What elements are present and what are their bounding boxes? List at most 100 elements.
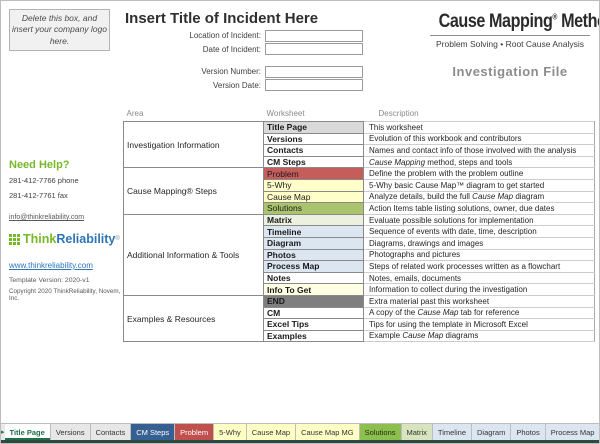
brand-name-suffix: Method xyxy=(557,11,600,32)
description-cell: Notes, emails, documents xyxy=(364,272,595,284)
worksheet-cell-contacts: Contacts xyxy=(264,145,364,157)
worksheet-cell-diagram: Diagram xyxy=(264,237,364,249)
description-cell: Photographs and pictures xyxy=(364,249,595,261)
area-cell-additional-information-tools: Additional Information & Tools xyxy=(124,214,264,295)
worksheet-cell-cm-steps[interactable]: CM Steps xyxy=(264,156,364,168)
description-cell: 5-Why basic Cause Map™ diagram to get st… xyxy=(364,179,595,191)
version-date-label: Version Date: xyxy=(113,81,265,90)
worksheet-cell-matrix: Matrix xyxy=(264,214,364,226)
worksheet-cell-photos: Photos xyxy=(264,249,364,261)
description-cell: Steps of related work processes written … xyxy=(364,261,595,273)
worksheet-cell-examples: Examples xyxy=(264,330,364,342)
table-header-row: Area Worksheet Description xyxy=(124,107,595,122)
help-sidebar: Need Help? 281-412-7766 phone 281-412-77… xyxy=(9,159,127,302)
location-of-incident-label: Location of Incident: xyxy=(113,31,265,40)
sheet-tab-matrix[interactable]: Matrix xyxy=(402,424,433,440)
field-gap xyxy=(113,56,363,65)
description-cell: This worksheet xyxy=(364,122,595,134)
logo-think-text: Think xyxy=(23,232,56,246)
template-version: Template Version: 2020-v1 xyxy=(9,277,127,284)
version-number-input[interactable] xyxy=(265,66,363,78)
version-number-label: Version Number: xyxy=(113,67,265,76)
worksheet-cell-notes: Notes xyxy=(264,272,364,284)
logo-reliability-text: Reliability xyxy=(56,232,115,246)
date-of-incident-label: Date of Incident: xyxy=(113,45,265,54)
location-of-incident-input[interactable] xyxy=(265,30,363,42)
field-row-version-number: Version Number: xyxy=(113,65,363,79)
table-row: Examples & ResourcesENDExtra material pa… xyxy=(124,295,595,307)
sheet-tab-bar: ▸ Title PageVersionsContactsCM StepsProb… xyxy=(1,423,599,443)
description-cell: Names and contact info of those involved… xyxy=(364,145,595,157)
brand-divider xyxy=(430,35,590,36)
sheet-tab-cause-map-mg[interactable]: Cause Map MG xyxy=(296,424,360,440)
sheet-tab-cm-steps[interactable]: CM Steps xyxy=(131,424,175,440)
worksheet-cell-versions: Versions xyxy=(264,133,364,145)
date-of-incident-input[interactable] xyxy=(265,43,363,55)
logo-registered-mark: ® xyxy=(115,236,119,242)
description-cell: Diagrams, drawings and images xyxy=(364,237,595,249)
table-row: Additional Information & ToolsMatrixEval… xyxy=(124,214,595,226)
thinkreliability-grid-icon xyxy=(9,234,20,245)
area-cell-examples-resources: Examples & Resources xyxy=(124,295,264,341)
sheet-tab-timeline[interactable]: Timeline xyxy=(433,424,472,440)
worksheet-cell-5-why: 5-Why xyxy=(264,179,364,191)
sheet-tabs: ▸ Title PageVersionsContactsCM StepsProb… xyxy=(1,423,599,440)
sheet-tab-solutions[interactable]: Solutions xyxy=(360,424,402,440)
sheet-tab-cause-map[interactable]: Cause Map xyxy=(247,424,296,440)
area-cell-investigation-information: Investigation Information xyxy=(124,122,264,168)
sheet-tab-problem[interactable]: Problem xyxy=(175,424,214,440)
brand-subtitle: Problem Solving • Root Cause Analysis xyxy=(426,39,594,49)
description-cell: Information to collect during the invest… xyxy=(364,284,595,296)
sheet-tab-photos[interactable]: Photos xyxy=(511,424,545,440)
title-page-worksheet: Delete this box, and insert your company… xyxy=(0,0,600,444)
column-header-worksheet: Worksheet xyxy=(264,107,364,122)
brand-block: Cause Mapping® Method Problem Solving • … xyxy=(426,11,594,79)
field-row-version-date: Version Date: xyxy=(113,79,363,93)
page-title: Insert Title of Incident Here xyxy=(125,10,318,27)
incident-fields: Location of Incident: Date of Incident: … xyxy=(113,29,363,92)
website-link[interactable]: www.thinkreliability.com xyxy=(9,261,93,270)
description-cell: Define the problem with the problem outl… xyxy=(364,168,595,180)
sheet-tab-contacts[interactable]: Contacts xyxy=(91,424,132,440)
phone-number: 281-412-7766 phone xyxy=(9,176,127,185)
column-header-description: Description xyxy=(364,107,595,122)
table-row: Investigation InformationTitle PageThis … xyxy=(124,122,595,134)
company-logo-placeholder: Delete this box, and insert your company… xyxy=(9,9,110,51)
description-cell: A copy of the Cause Map tab for referenc… xyxy=(364,307,595,319)
brand-title: Cause Mapping® Method xyxy=(439,11,582,33)
description-cell: Cause Mapping method, steps and tools xyxy=(364,156,595,168)
worksheet-cell-timeline: Timeline xyxy=(264,226,364,238)
version-date-input[interactable] xyxy=(265,79,363,91)
description-cell: Evolution of this workbook and contribut… xyxy=(364,133,595,145)
logo-placeholder-text: Delete this box, and insert your company… xyxy=(12,13,107,47)
sheet-tab-process-map[interactable]: Process Map xyxy=(546,424,600,440)
table-row: Cause Mapping® StepsProblemDefine the pr… xyxy=(124,168,595,180)
sheet-tab-5-why[interactable]: 5-Why xyxy=(214,424,247,440)
worksheet-cell-info-to-get: Info To Get xyxy=(264,284,364,296)
worksheet-cell-title-page: Title Page xyxy=(264,122,364,134)
fax-number: 281-412-7761 fax xyxy=(9,191,127,200)
column-header-area: Area xyxy=(124,107,264,122)
worksheet-cell-problem: Problem xyxy=(264,168,364,180)
sheet-tab-title-page[interactable]: Title Page xyxy=(5,424,51,440)
description-cell: Sequence of events with date, time, desc… xyxy=(364,226,595,238)
description-cell: Evaluate possible solutions for implemen… xyxy=(364,214,595,226)
copyright-notice: Copyright 2020 ThinkReliability, Novem, … xyxy=(9,288,127,302)
worksheet-cell-cause-map: Cause Map xyxy=(264,191,364,203)
need-help-heading: Need Help? xyxy=(9,159,127,171)
description-cell: Tips for using the template in Microsoft… xyxy=(364,319,595,331)
description-cell: Example Cause Map diagrams xyxy=(364,330,595,342)
worksheet-cell-end: END xyxy=(264,295,364,307)
sheet-tab-versions[interactable]: Versions xyxy=(51,424,91,440)
field-row-date: Date of Incident: xyxy=(113,43,363,57)
description-cell: Action Items table listing solutions, ow… xyxy=(364,203,595,215)
worksheet-table-body: Investigation InformationTitle PageThis … xyxy=(124,122,595,342)
field-row-location: Location of Incident: xyxy=(113,29,363,43)
email-link[interactable]: info@thinkreliability.com xyxy=(9,214,84,221)
sheet-tab-diagram[interactable]: Diagram xyxy=(472,424,511,440)
status-bar xyxy=(1,440,599,443)
description-cell: Analyze details, build the full Cause Ma… xyxy=(364,191,595,203)
description-cell: Extra material past this worksheet xyxy=(364,295,595,307)
worksheet-cell-process-map: Process Map xyxy=(264,261,364,273)
thinkreliability-logo: ThinkReliability® xyxy=(9,232,127,246)
